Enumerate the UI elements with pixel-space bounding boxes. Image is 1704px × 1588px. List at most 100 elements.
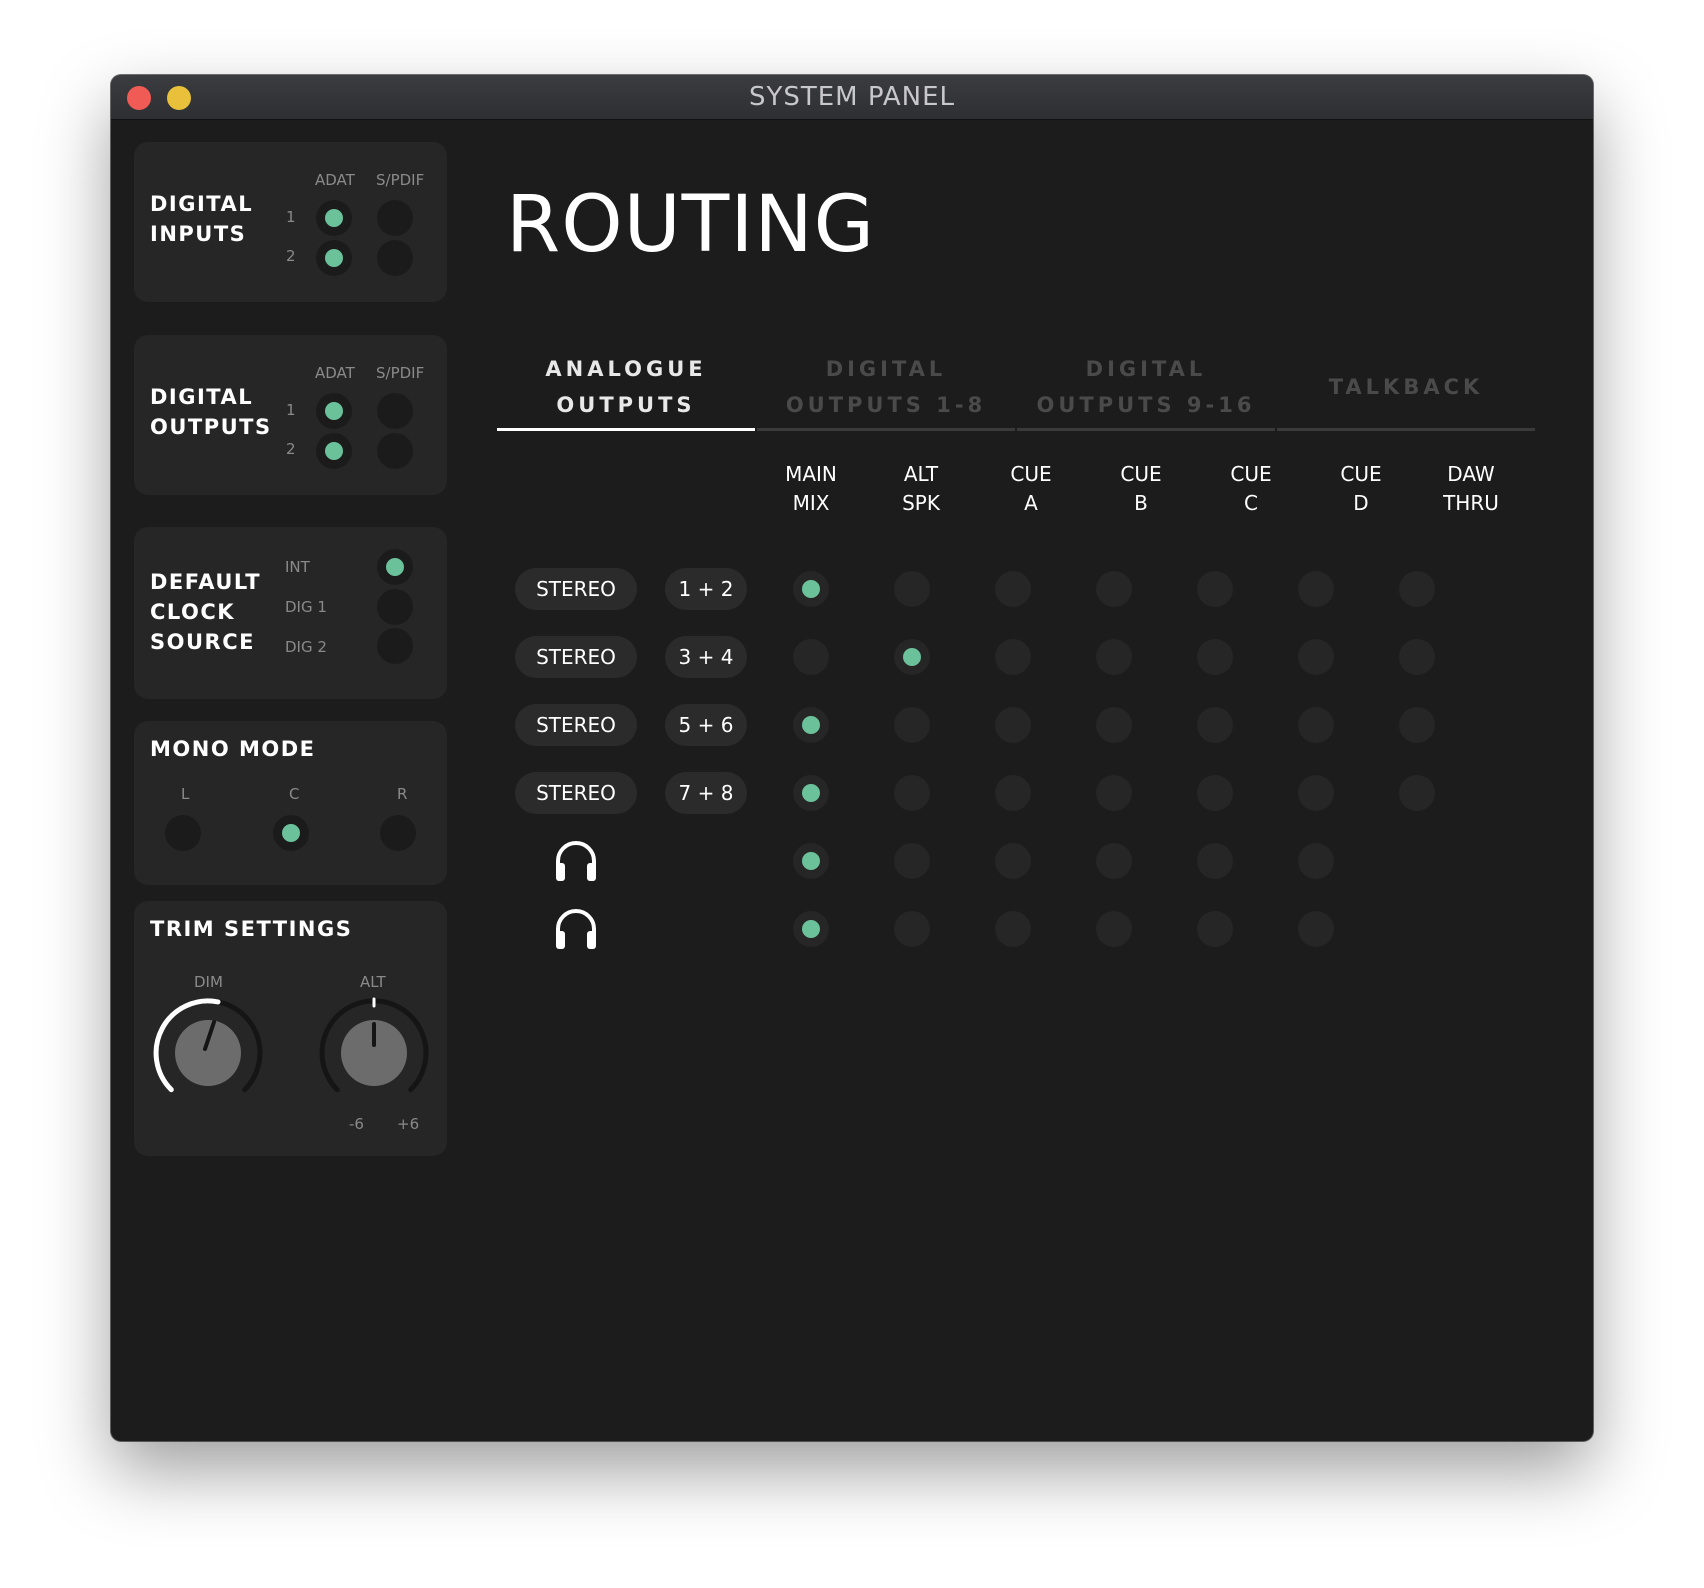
route-button-r6-c2[interactable]	[894, 911, 930, 947]
route-button-r2-c7[interactable]	[1399, 639, 1435, 675]
title-bar: SYSTEM PANEL	[111, 75, 1593, 120]
din-spdif-2-led[interactable]	[377, 240, 413, 276]
route-button-r6-c4[interactable]	[1096, 911, 1132, 947]
column-header-main-mix: MAIN MIX	[785, 462, 837, 515]
tab-analogue-outputs[interactable]: ANALOGUE OUTPUTS	[497, 347, 755, 427]
route-button-r6-c5[interactable]	[1197, 911, 1233, 947]
row-mode-stereo-button[interactable]: STEREO	[515, 568, 637, 610]
row-mode-stereo-button[interactable]: STEREO	[515, 636, 637, 678]
column-header-cue-b: CUE B	[1120, 462, 1162, 515]
route-button-r1-c5[interactable]	[1197, 571, 1233, 607]
route-button-r3-c1[interactable]	[793, 707, 829, 743]
mono-r-led[interactable]	[380, 815, 416, 851]
digital-outputs-panel: DIGITAL OUTPUTS ADAT S/PDIF 1 2	[134, 335, 447, 495]
route-button-r2-c2[interactable]	[894, 639, 930, 675]
mono-mode-panel: MONO MODE L C R	[134, 721, 447, 885]
alt-knob-label: ALT	[360, 973, 386, 991]
clock-source-panel: DEFAULT CLOCK SOURCE INT DIG 1 DIG 2	[134, 527, 447, 699]
dout-adat-2-led[interactable]	[316, 433, 352, 469]
din-adat-2-led[interactable]	[316, 240, 352, 276]
dout-spdif-2-led[interactable]	[377, 433, 413, 469]
route-button-r3-c4[interactable]	[1096, 707, 1132, 743]
clock-source-label: DEFAULT CLOCK SOURCE	[150, 570, 262, 654]
route-button-r3-c3[interactable]	[995, 707, 1031, 743]
route-button-r5-c1[interactable]	[793, 843, 829, 879]
dim-knob-label: DIM	[194, 973, 223, 991]
route-button-r1-c7[interactable]	[1399, 571, 1435, 607]
clock-dig1-led[interactable]	[377, 589, 413, 625]
tab-digital-outputs-9-16[interactable]: DIGITAL OUTPUTS 9-16	[1017, 347, 1275, 427]
route-button-r4-c4[interactable]	[1096, 775, 1132, 811]
route-button-r5-c4[interactable]	[1096, 843, 1132, 879]
alt-min-label: -6	[349, 1115, 364, 1133]
trim-settings-panel: TRIM SETTINGS DIM ALT -6 +6	[134, 901, 447, 1156]
dout-adat-1-led[interactable]	[316, 393, 352, 429]
route-button-r6-c6[interactable]	[1298, 911, 1334, 947]
route-button-r4-c2[interactable]	[894, 775, 930, 811]
route-button-r5-c6[interactable]	[1298, 843, 1334, 879]
route-button-r4-c6[interactable]	[1298, 775, 1334, 811]
clock-int-led[interactable]	[377, 549, 413, 585]
mono-c-led[interactable]	[273, 815, 309, 851]
route-button-r2-c5[interactable]	[1197, 639, 1233, 675]
tab-talkback[interactable]: TALKBACK	[1277, 347, 1535, 427]
row-channels-label: 3 + 4	[665, 636, 747, 678]
route-button-r2-c3[interactable]	[995, 639, 1031, 675]
route-button-r2-c6[interactable]	[1298, 639, 1334, 675]
route-button-r1-c2[interactable]	[894, 571, 930, 607]
digital-inputs-label: DIGITAL INPUTS	[150, 192, 254, 246]
route-button-r1-c3[interactable]	[995, 571, 1031, 607]
row-channels-label: 7 + 8	[665, 772, 747, 814]
alt-knob[interactable]	[318, 997, 430, 1109]
route-button-r4-c5[interactable]	[1197, 775, 1233, 811]
row-number-1: 1	[286, 208, 296, 226]
system-panel-window: SYSTEM PANEL DIGITAL INPUTS ADAT S/PDIF …	[111, 75, 1593, 1441]
clock-dig2-label: DIG 2	[285, 638, 327, 656]
route-button-r5-c5[interactable]	[1197, 843, 1233, 879]
route-button-r4-c1[interactable]	[793, 775, 829, 811]
column-header-alt-spk: ALT SPK	[902, 462, 940, 515]
digital-outputs-label: DIGITAL OUTPUTS	[150, 385, 272, 439]
route-button-r1-c4[interactable]	[1096, 571, 1132, 607]
column-header-daw-thru: DAW THRU	[1443, 462, 1499, 515]
row-number-1: 1	[286, 401, 296, 419]
clock-dig2-led[interactable]	[377, 628, 413, 664]
headphones-icon	[553, 837, 599, 883]
mono-c-label: C	[289, 785, 300, 803]
route-button-r4-c3[interactable]	[995, 775, 1031, 811]
dim-knob[interactable]	[152, 997, 264, 1109]
route-button-r5-c3[interactable]	[995, 843, 1031, 879]
route-button-r2-c1[interactable]	[793, 639, 829, 675]
row-number-2: 2	[286, 440, 296, 458]
dout-spdif-1-led[interactable]	[377, 393, 413, 429]
clock-int-label: INT	[285, 558, 310, 576]
row-number-2: 2	[286, 247, 296, 265]
din-adat-1-led[interactable]	[316, 200, 352, 236]
headphones-icon	[553, 905, 599, 951]
mono-r-label: R	[397, 785, 408, 803]
row-channels-label: 5 + 6	[665, 704, 747, 746]
route-button-r1-c6[interactable]	[1298, 571, 1334, 607]
row-mode-stereo-button[interactable]: STEREO	[515, 704, 637, 746]
route-button-r1-c1[interactable]	[793, 571, 829, 607]
column-header-cue-c: CUE C	[1230, 462, 1272, 515]
mono-l-led[interactable]	[165, 815, 201, 851]
column-header-cue-a: CUE A	[1010, 462, 1052, 515]
route-button-r3-c2[interactable]	[894, 707, 930, 743]
tab-digital-outputs-1-8[interactable]: DIGITAL OUTPUTS 1-8	[757, 347, 1015, 427]
din-spdif-1-led[interactable]	[377, 200, 413, 236]
route-button-r5-c2[interactable]	[894, 843, 930, 879]
row-mode-stereo-button[interactable]: STEREO	[515, 772, 637, 814]
route-button-r3-c6[interactable]	[1298, 707, 1334, 743]
route-button-r2-c4[interactable]	[1096, 639, 1132, 675]
route-button-r3-c7[interactable]	[1399, 707, 1435, 743]
route-button-r6-c3[interactable]	[995, 911, 1031, 947]
row-channels-label: 1 + 2	[665, 568, 747, 610]
route-button-r4-c7[interactable]	[1399, 775, 1435, 811]
route-button-r6-c1[interactable]	[793, 911, 829, 947]
window-title: SYSTEM PANEL	[748, 82, 956, 112]
column-header-cue-d: CUE D	[1340, 462, 1382, 515]
mono-mode-label: MONO MODE	[150, 737, 316, 761]
tab-underline	[757, 428, 1015, 431]
route-button-r3-c5[interactable]	[1197, 707, 1233, 743]
